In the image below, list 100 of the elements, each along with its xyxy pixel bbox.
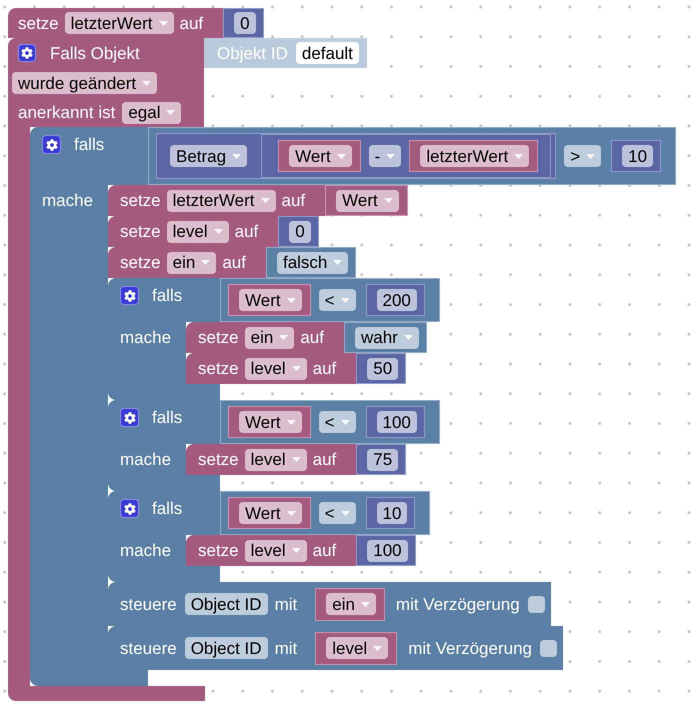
operator-dropdown[interactable]: < — [318, 289, 356, 311]
number-block[interactable]: 100 — [356, 535, 416, 566]
number-field[interactable]: 75 — [367, 448, 398, 470]
variable-dropdown[interactable]: ein — [326, 593, 376, 615]
block-label: falls — [152, 500, 182, 517]
variable-dropdown[interactable]: level — [326, 637, 388, 659]
variable-dropdown[interactable]: level — [244, 358, 307, 380]
caret-icon — [514, 154, 524, 158]
set-variable-block[interactable]: setze level auf 50 — [186, 353, 406, 384]
gear-icon[interactable] — [120, 286, 139, 305]
number-field[interactable]: 10 — [622, 145, 654, 167]
object-id-field[interactable]: Object ID — [184, 593, 268, 615]
event-dropdown[interactable]: wurde geändert — [12, 72, 158, 94]
block-label: mit Verzögerung — [396, 596, 520, 612]
number-field[interactable]: 100 — [376, 411, 417, 433]
gear-icon[interactable] — [120, 499, 139, 518]
variable-block[interactable]: Wert — [228, 406, 311, 438]
if-block-header[interactable]: falls — [108, 491, 220, 535]
control-block[interactable]: steuere Object ID mit level mit Verzögerung — [108, 626, 563, 670]
boolean-dropdown[interactable]: falsch — [276, 252, 348, 274]
gear-icon[interactable] — [18, 44, 36, 62]
object-id-block[interactable]: Objekt ID default — [204, 38, 367, 68]
if-block-header[interactable]: falls — [108, 278, 220, 322]
gear-icon[interactable] — [42, 135, 61, 154]
control-block[interactable]: steuere Object ID mit ein mit Verzögerung — [108, 582, 551, 626]
number-block[interactable]: 200 — [366, 284, 425, 316]
variable-dropdown[interactable]: letzterWert — [64, 12, 174, 34]
variable-dropdown[interactable]: letzterWert — [166, 190, 276, 212]
caret-icon — [232, 154, 242, 158]
boolean-dropdown[interactable]: wahr — [354, 326, 419, 348]
checkbox[interactable] — [528, 596, 545, 612]
variable-dropdown[interactable]: letzterWert — [420, 145, 530, 167]
block-label: setze — [198, 360, 239, 377]
variable-dropdown[interactable]: ein — [166, 252, 216, 274]
if-block-header[interactable]: falls — [108, 400, 220, 444]
variable-dropdown[interactable]: Wert — [239, 502, 302, 524]
caret-icon — [384, 198, 393, 203]
variable-dropdown[interactable]: Wert — [239, 289, 302, 311]
variable-dropdown[interactable]: level — [244, 448, 307, 470]
set-variable-block[interactable]: setze level auf 75 — [186, 444, 406, 475]
ack-dropdown[interactable]: egal — [122, 102, 182, 124]
compare-block[interactable]: Wert < 100 — [220, 400, 440, 444]
boolean-block[interactable]: falsch — [266, 247, 356, 278]
number-field[interactable]: 100 — [367, 540, 408, 562]
variable-dropdown[interactable]: level — [166, 220, 229, 242]
block-label: steuere — [120, 596, 177, 612]
variable-block[interactable]: Wert — [228, 497, 311, 529]
trigger-block-header[interactable]: Falls Objekt wurde geändert anerkannt ist egal — [8, 38, 204, 127]
number-field[interactable]: 0 — [234, 12, 256, 34]
compare-block[interactable]: Betrag Wert - letzterWert > 10 — [148, 127, 676, 185]
block-label: Objekt ID — [217, 44, 288, 62]
number-block[interactable]: 10 — [366, 497, 416, 529]
operator-dropdown[interactable]: > — [564, 145, 602, 167]
checkbox[interactable] — [540, 640, 557, 656]
set-variable-block[interactable]: setze level auf 100 — [186, 535, 416, 566]
arithmetic-block[interactable]: Wert - letzterWert — [261, 134, 552, 178]
operator-dropdown[interactable]: < — [318, 411, 356, 433]
number-field[interactable]: 10 — [376, 502, 408, 524]
variable-block[interactable]: ein — [315, 588, 385, 620]
boolean-block[interactable]: wahr — [344, 322, 427, 353]
number-field[interactable]: 0 — [289, 220, 311, 242]
gear-icon[interactable] — [120, 408, 139, 427]
math-function-block[interactable]: Betrag Wert - letzterWert — [156, 133, 556, 179]
variable-block[interactable]: Wert — [325, 185, 408, 216]
variable-block[interactable]: letzterWert — [409, 140, 538, 172]
variable-block[interactable]: Wert — [228, 284, 311, 316]
variable-block[interactable]: Wert — [278, 140, 361, 172]
variable-dropdown[interactable]: level — [244, 540, 307, 562]
caret-icon — [404, 335, 413, 340]
number-block[interactable]: 0 — [223, 8, 264, 38]
variable-block[interactable]: level — [315, 632, 398, 664]
variable-dropdown[interactable]: ein — [244, 326, 294, 348]
variable-dropdown[interactable]: Wert — [336, 190, 399, 212]
compare-block[interactable]: Wert < 200 — [220, 278, 440, 322]
number-block[interactable]: 100 — [366, 406, 425, 438]
compare-block[interactable]: Wert < 10 — [220, 491, 430, 535]
set-variable-block[interactable]: setze level auf 0 — [108, 216, 319, 247]
block-label: falls — [152, 409, 182, 426]
set-variable-block[interactable]: setze ein auf falsch — [108, 247, 356, 278]
block-label: auf — [282, 192, 306, 209]
set-variable-block[interactable]: setze letzterWert auf Wert — [108, 185, 408, 216]
number-field[interactable]: 50 — [367, 358, 398, 380]
function-dropdown[interactable]: Betrag — [170, 145, 248, 167]
operator-dropdown[interactable]: - — [368, 145, 402, 167]
if-block-header[interactable]: falls — [30, 127, 148, 185]
variable-dropdown[interactable]: Wert — [239, 411, 302, 433]
number-block[interactable]: 0 — [278, 216, 319, 247]
caret-icon — [166, 110, 176, 115]
number-block[interactable]: 50 — [356, 353, 406, 384]
caret-icon — [340, 298, 350, 302]
object-id-field[interactable]: Object ID — [184, 637, 268, 659]
operator-dropdown[interactable]: < — [318, 502, 356, 524]
set-variable-block[interactable]: setze ein auf wahr — [186, 322, 427, 353]
number-block[interactable]: 10 — [611, 140, 662, 172]
number-field[interactable]: 200 — [376, 289, 417, 311]
set-variable-block[interactable]: setze letzterWert auf 0 — [8, 8, 264, 38]
object-id-field[interactable]: default — [296, 42, 359, 64]
number-block[interactable]: 75 — [356, 444, 406, 475]
variable-dropdown[interactable]: Wert — [289, 145, 352, 167]
caret-icon — [286, 298, 296, 302]
